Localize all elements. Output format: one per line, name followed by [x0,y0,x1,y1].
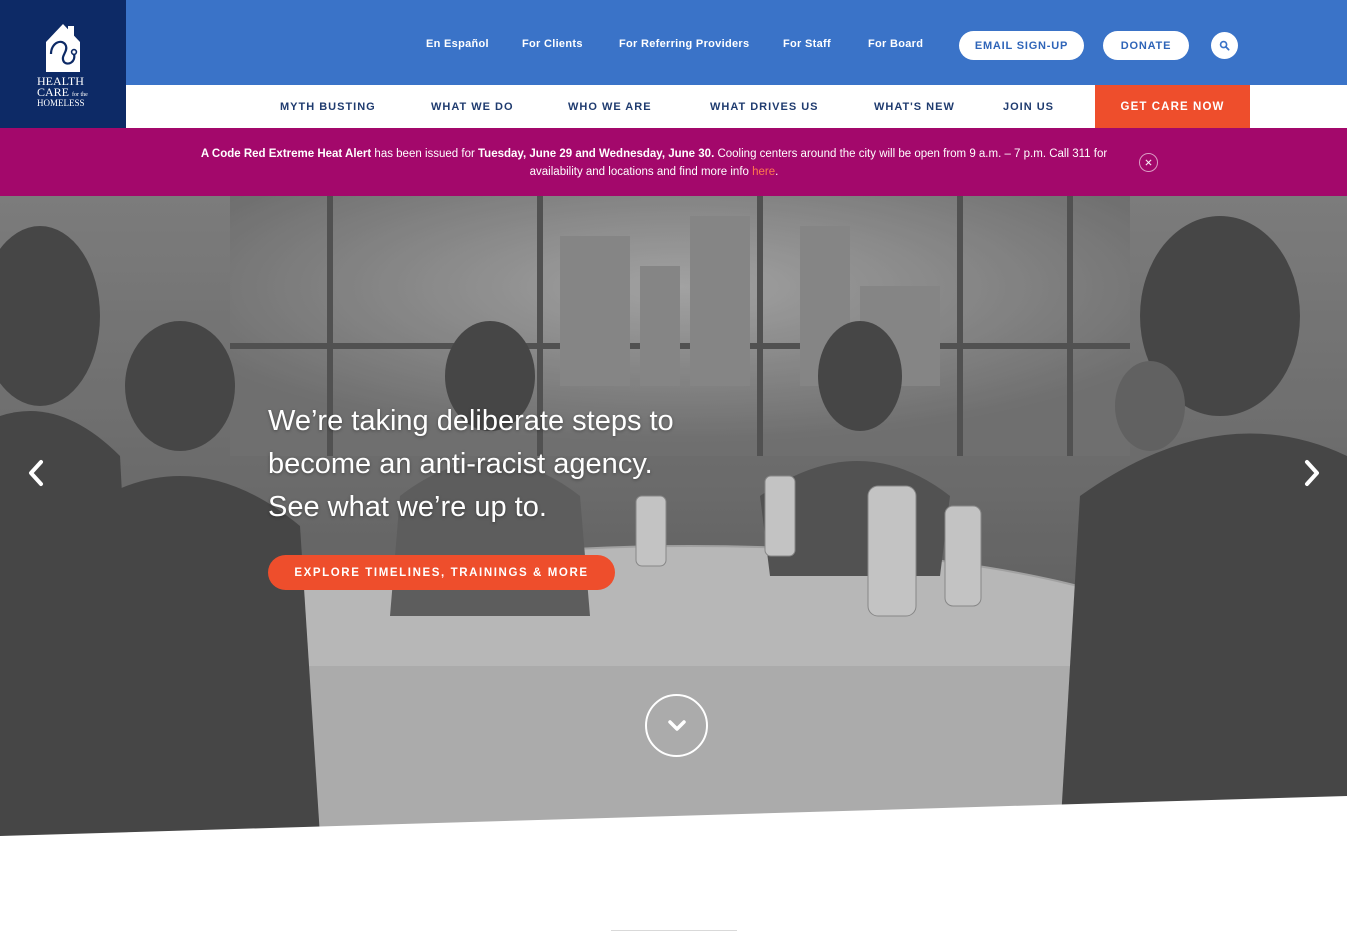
logo-wordmark: HEALTH CARE for the HOMELESS [37,75,89,108]
alert-text-3: . [775,166,779,178]
util-link-espanol[interactable]: En Español [426,38,489,50]
chevron-right-icon [1305,460,1319,486]
nav-join-us[interactable]: JOIN US [1003,101,1054,113]
nav-myth-busting[interactable]: MYTH BUSTING [280,101,376,113]
hero-headline-line-3: See what we’re up to. [268,491,547,523]
logo-line-care: CARE for the [37,85,89,99]
hero-headline: We’re taking deliberate steps to become … [268,400,728,529]
utility-bar: En Español For Clients For Referring Pro… [126,0,1347,85]
nav-what-we-do[interactable]: WHAT WE DO [431,101,514,113]
alert-bold-dates: Tuesday, June 29 and Wednesday, June 30. [478,148,715,160]
logo-care: CARE [37,85,70,99]
main-nav: MYTH BUSTING WHAT WE DO WHO WE ARE WHAT … [126,85,1347,128]
explore-button[interactable]: EXPLORE TIMELINES, TRAININGS & MORE [268,555,615,590]
nav-whats-new[interactable]: WHAT'S NEW [874,101,955,113]
search-icon [1219,40,1230,51]
chevron-left-icon [29,460,43,486]
chevron-down-icon [667,719,686,731]
get-care-now-button[interactable]: GET CARE NOW [1095,85,1250,128]
donate-button[interactable]: DONATE [1103,31,1189,60]
hero-slider: We’re taking deliberate steps to become … [0,196,1347,836]
hero-headline-line-2: become an anti-racist agency. [268,448,653,480]
search-button[interactable] [1211,32,1238,59]
util-link-board[interactable]: For Board [868,38,923,50]
hero-headline-line-1: We’re taking deliberate steps to [268,405,674,437]
heat-alert-banner: A Code Red Extreme Heat Alert has been i… [0,128,1347,196]
util-link-staff[interactable]: For Staff [783,38,831,50]
alert-bold-lead: A Code Red Extreme Heat Alert [200,148,372,160]
slider-next-button[interactable] [1300,458,1324,488]
close-icon [1145,159,1152,166]
house-logo-icon [46,24,80,72]
scroll-down-button[interactable] [645,694,708,757]
logo-line-homeless: HOMELESS [37,98,85,108]
nav-who-we-are[interactable]: WHO WE ARE [568,101,652,113]
alert-text-1: has been issued for [371,148,478,160]
section-divider [611,930,737,931]
util-link-clients[interactable]: For Clients [522,38,583,50]
util-link-referring-providers[interactable]: For Referring Providers [619,38,749,50]
slider-prev-button[interactable] [24,458,48,488]
alert-close-button[interactable] [1139,153,1158,172]
alert-more-info-link[interactable]: here [752,166,775,178]
email-signup-button[interactable]: EMAIL SIGN-UP [959,31,1084,60]
nav-what-drives-us[interactable]: WHAT DRIVES US [710,101,819,113]
alert-message: A Code Red Extreme Heat Alert has been i… [196,145,1112,181]
logo[interactable]: HEALTH CARE for the HOMELESS [0,0,126,128]
